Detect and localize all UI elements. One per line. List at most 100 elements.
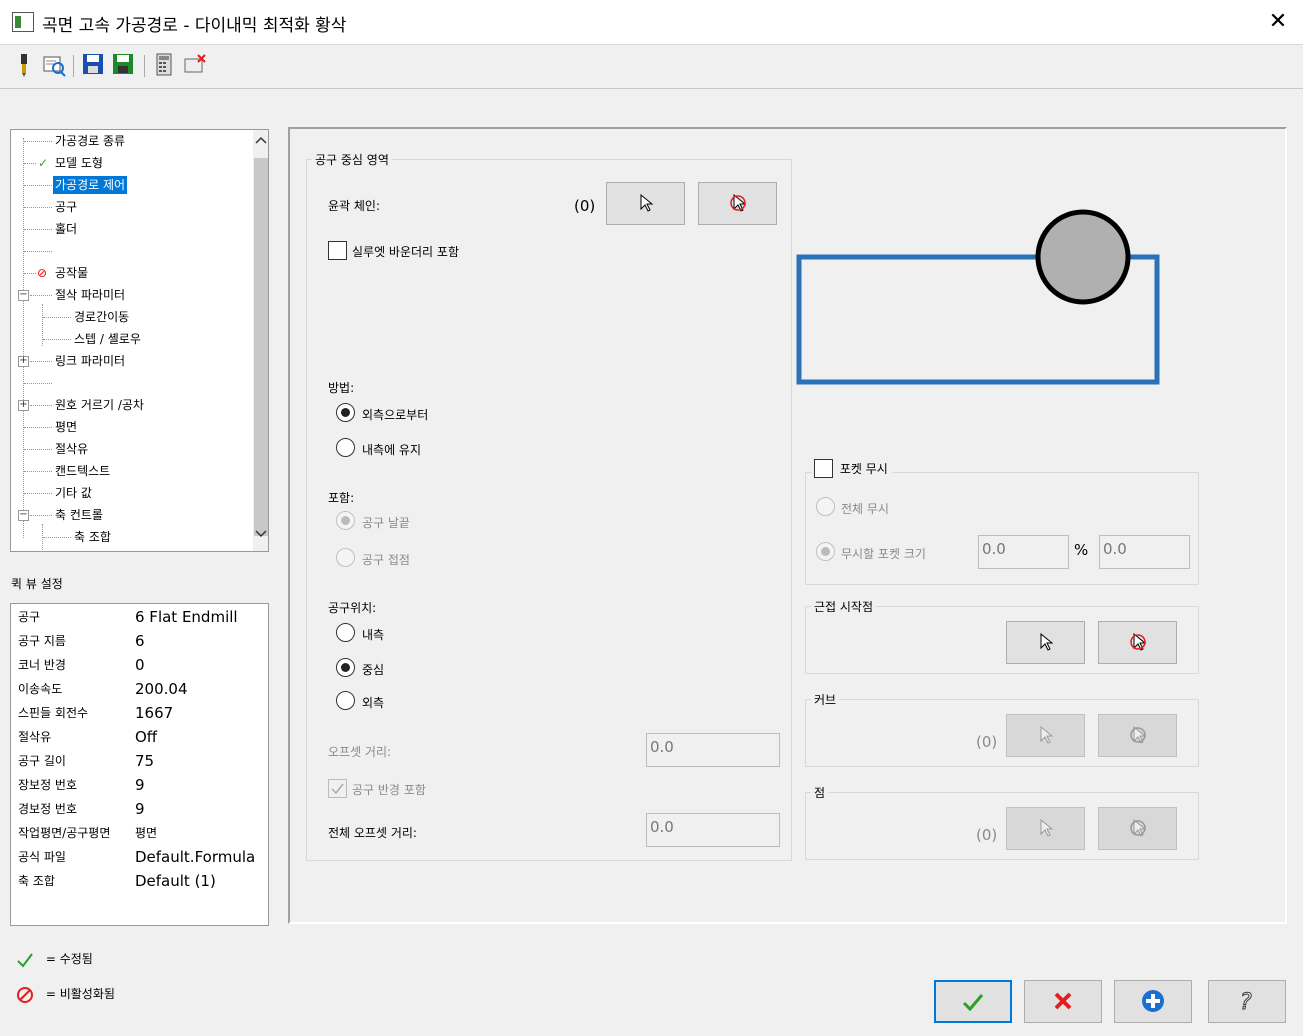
qv-key: 스핀들 회전수: [18, 706, 89, 720]
scroll-up-icon[interactable]: [253, 134, 268, 154]
disabled-icon: [17, 986, 33, 1003]
qv-value: 1667: [135, 704, 174, 722]
pocket-size-radio[interactable]: [816, 542, 835, 561]
qv-value: 75: [135, 752, 155, 770]
tree-item-tool[interactable]: 공구: [55, 198, 77, 216]
point-clear-button[interactable]: [1098, 807, 1177, 850]
qv-key: 공구 지름: [18, 634, 66, 648]
tool-circle-shape: [1035, 209, 1131, 305]
help-button[interactable]: ?: [1208, 980, 1286, 1023]
svg-text:?: ?: [1240, 990, 1252, 1013]
qv-value: 6 Flat Endmill: [135, 608, 238, 626]
disabled-icon: ⊘: [37, 266, 48, 280]
offset-label: 오프셋 거리:: [328, 745, 392, 759]
tree-item-planes[interactable]: 평면: [55, 418, 77, 436]
clear-chain-button[interactable]: [698, 182, 777, 225]
point-select-button[interactable]: [1006, 807, 1085, 850]
tree-item-model-geometry[interactable]: 모델 도형: [55, 154, 103, 172]
tree-item-axis-control[interactable]: 축 컨트롤: [55, 506, 103, 524]
tree-item-stock[interactable]: 공작물: [55, 264, 88, 282]
percent-label: %: [1074, 541, 1089, 559]
tree-item-coolant[interactable]: 절삭유: [55, 440, 88, 458]
apply-button[interactable]: [1114, 980, 1192, 1023]
close-button[interactable]: ✕: [1258, 6, 1298, 38]
curve-select-button[interactable]: [1006, 714, 1085, 757]
tree-item-toolpath-type[interactable]: 가공경로 종류: [55, 132, 125, 150]
cancel-icon: [1054, 992, 1072, 1010]
tool-library-icon[interactable]: [11, 53, 35, 77]
cancel-button[interactable]: [1024, 980, 1102, 1023]
chain-label: 윤곽 체인:: [328, 199, 381, 213]
containment-preview-diagram: [796, 209, 1160, 385]
clear-selection-icon: [729, 193, 746, 212]
delete-icon[interactable]: [183, 53, 207, 77]
approach-clear-button[interactable]: [1098, 621, 1177, 664]
pocket-all-label: 전체 무시: [841, 502, 889, 516]
point-count: (0): [976, 826, 998, 844]
qv-value: Default (1): [135, 872, 216, 890]
tree-item-step-shallow[interactable]: 스텝 / 셸로우: [74, 330, 141, 348]
pocket-ignore-checkbox[interactable]: [814, 459, 833, 478]
collapse-icon[interactable]: −: [18, 510, 29, 521]
include-radius-checkbox[interactable]: [328, 779, 347, 798]
tree-item-linking-parameters[interactable]: 링크 파라미터: [55, 352, 125, 370]
quick-view-label: 퀵 뷰 설정: [11, 577, 63, 591]
include-flute-radio[interactable]: [336, 511, 355, 530]
tree-item-canned-text[interactable]: 캔드텍스트: [55, 462, 110, 480]
tree-item-holder[interactable]: 홀더: [55, 220, 77, 238]
tree-item-misc-values[interactable]: 기타 값: [55, 484, 92, 502]
scroll-down-icon[interactable]: [253, 528, 268, 548]
containment-group-label: 공구 중심 영역: [312, 151, 392, 168]
pocket-percent-input[interactable]: 0.0: [1099, 535, 1190, 569]
qv-value: Off: [135, 728, 158, 746]
total-offset-input[interactable]: 0.0: [646, 813, 780, 847]
toolpos-center-radio[interactable]: [336, 658, 355, 677]
qv-value: 9: [135, 800, 145, 818]
qv-key: 공구: [18, 610, 41, 624]
collapse-icon[interactable]: −: [18, 290, 29, 301]
cursor-icon: [1040, 818, 1053, 837]
offset-input[interactable]: 0.0: [646, 733, 780, 767]
qv-key: 절삭유: [18, 730, 52, 744]
legend-disabled-text: = 비활성화됨: [45, 987, 115, 1001]
method-outside-radio[interactable]: [336, 403, 355, 422]
toolpos-inside-label: 내측: [362, 628, 385, 642]
tree-item-axis-combination[interactable]: 축 조합: [74, 528, 111, 546]
pocket-size-input[interactable]: 0.0: [978, 535, 1069, 569]
expand-icon[interactable]: +: [18, 356, 29, 367]
ok-button[interactable]: [934, 980, 1012, 1023]
view-toolpath-icon[interactable]: [42, 53, 66, 77]
help-icon: ?: [1240, 990, 1253, 1016]
tree-scroll-thumb[interactable]: [254, 158, 268, 536]
tree-item-arc-filter[interactable]: 원호 거르기 /공차: [55, 396, 144, 414]
pocket-all-radio[interactable]: [816, 497, 835, 516]
legend-disabled: = 비활성화됨: [16, 985, 115, 1004]
qv-value: Default.Formula: [135, 848, 256, 866]
toolpos-inside-radio[interactable]: [336, 623, 355, 642]
tree-item-transitions[interactable]: 경로간이동: [74, 308, 129, 326]
method-outside-label: 외측으로부터: [362, 408, 429, 422]
tree-item-cut-parameters[interactable]: 절삭 파라미터: [55, 286, 125, 304]
parameter-tree[interactable]: 가공경로 종류 ✓ 모델 도형 가공경로 제어 공구 홀더 ⊘ 공작물 − 절삭…: [10, 129, 269, 552]
toolpos-center-label: 중심: [362, 663, 385, 677]
approach-select-button[interactable]: [1006, 621, 1085, 664]
calculator-icon[interactable]: [152, 53, 176, 77]
save-icon[interactable]: [81, 53, 105, 77]
qv-value: 평면: [135, 826, 158, 840]
clear-selection-icon: [1129, 818, 1146, 837]
tree-item-toolpath-control[interactable]: 가공경로 제어: [53, 176, 128, 194]
save-default-icon[interactable]: [112, 53, 136, 77]
select-chain-button[interactable]: [606, 182, 685, 225]
method-stay-radio[interactable]: [336, 438, 355, 457]
silhouette-checkbox[interactable]: [328, 241, 347, 260]
toolpos-outside-radio[interactable]: [336, 691, 355, 710]
curve-clear-button[interactable]: [1098, 714, 1177, 757]
clear-selection-icon: [1129, 632, 1146, 651]
expand-icon[interactable]: +: [18, 400, 29, 411]
total-offset-label: 전체 오프셋 거리:: [328, 826, 417, 840]
check-icon: [17, 952, 33, 968]
main-panel: 공구 중심 영역 윤곽 체인: (0) 실루엣 바운더리 포함 방법: 외측으로…: [288, 127, 1287, 924]
include-contact-radio[interactable]: [336, 548, 355, 567]
app-icon: [12, 12, 34, 32]
plus-icon: [1142, 990, 1164, 1012]
